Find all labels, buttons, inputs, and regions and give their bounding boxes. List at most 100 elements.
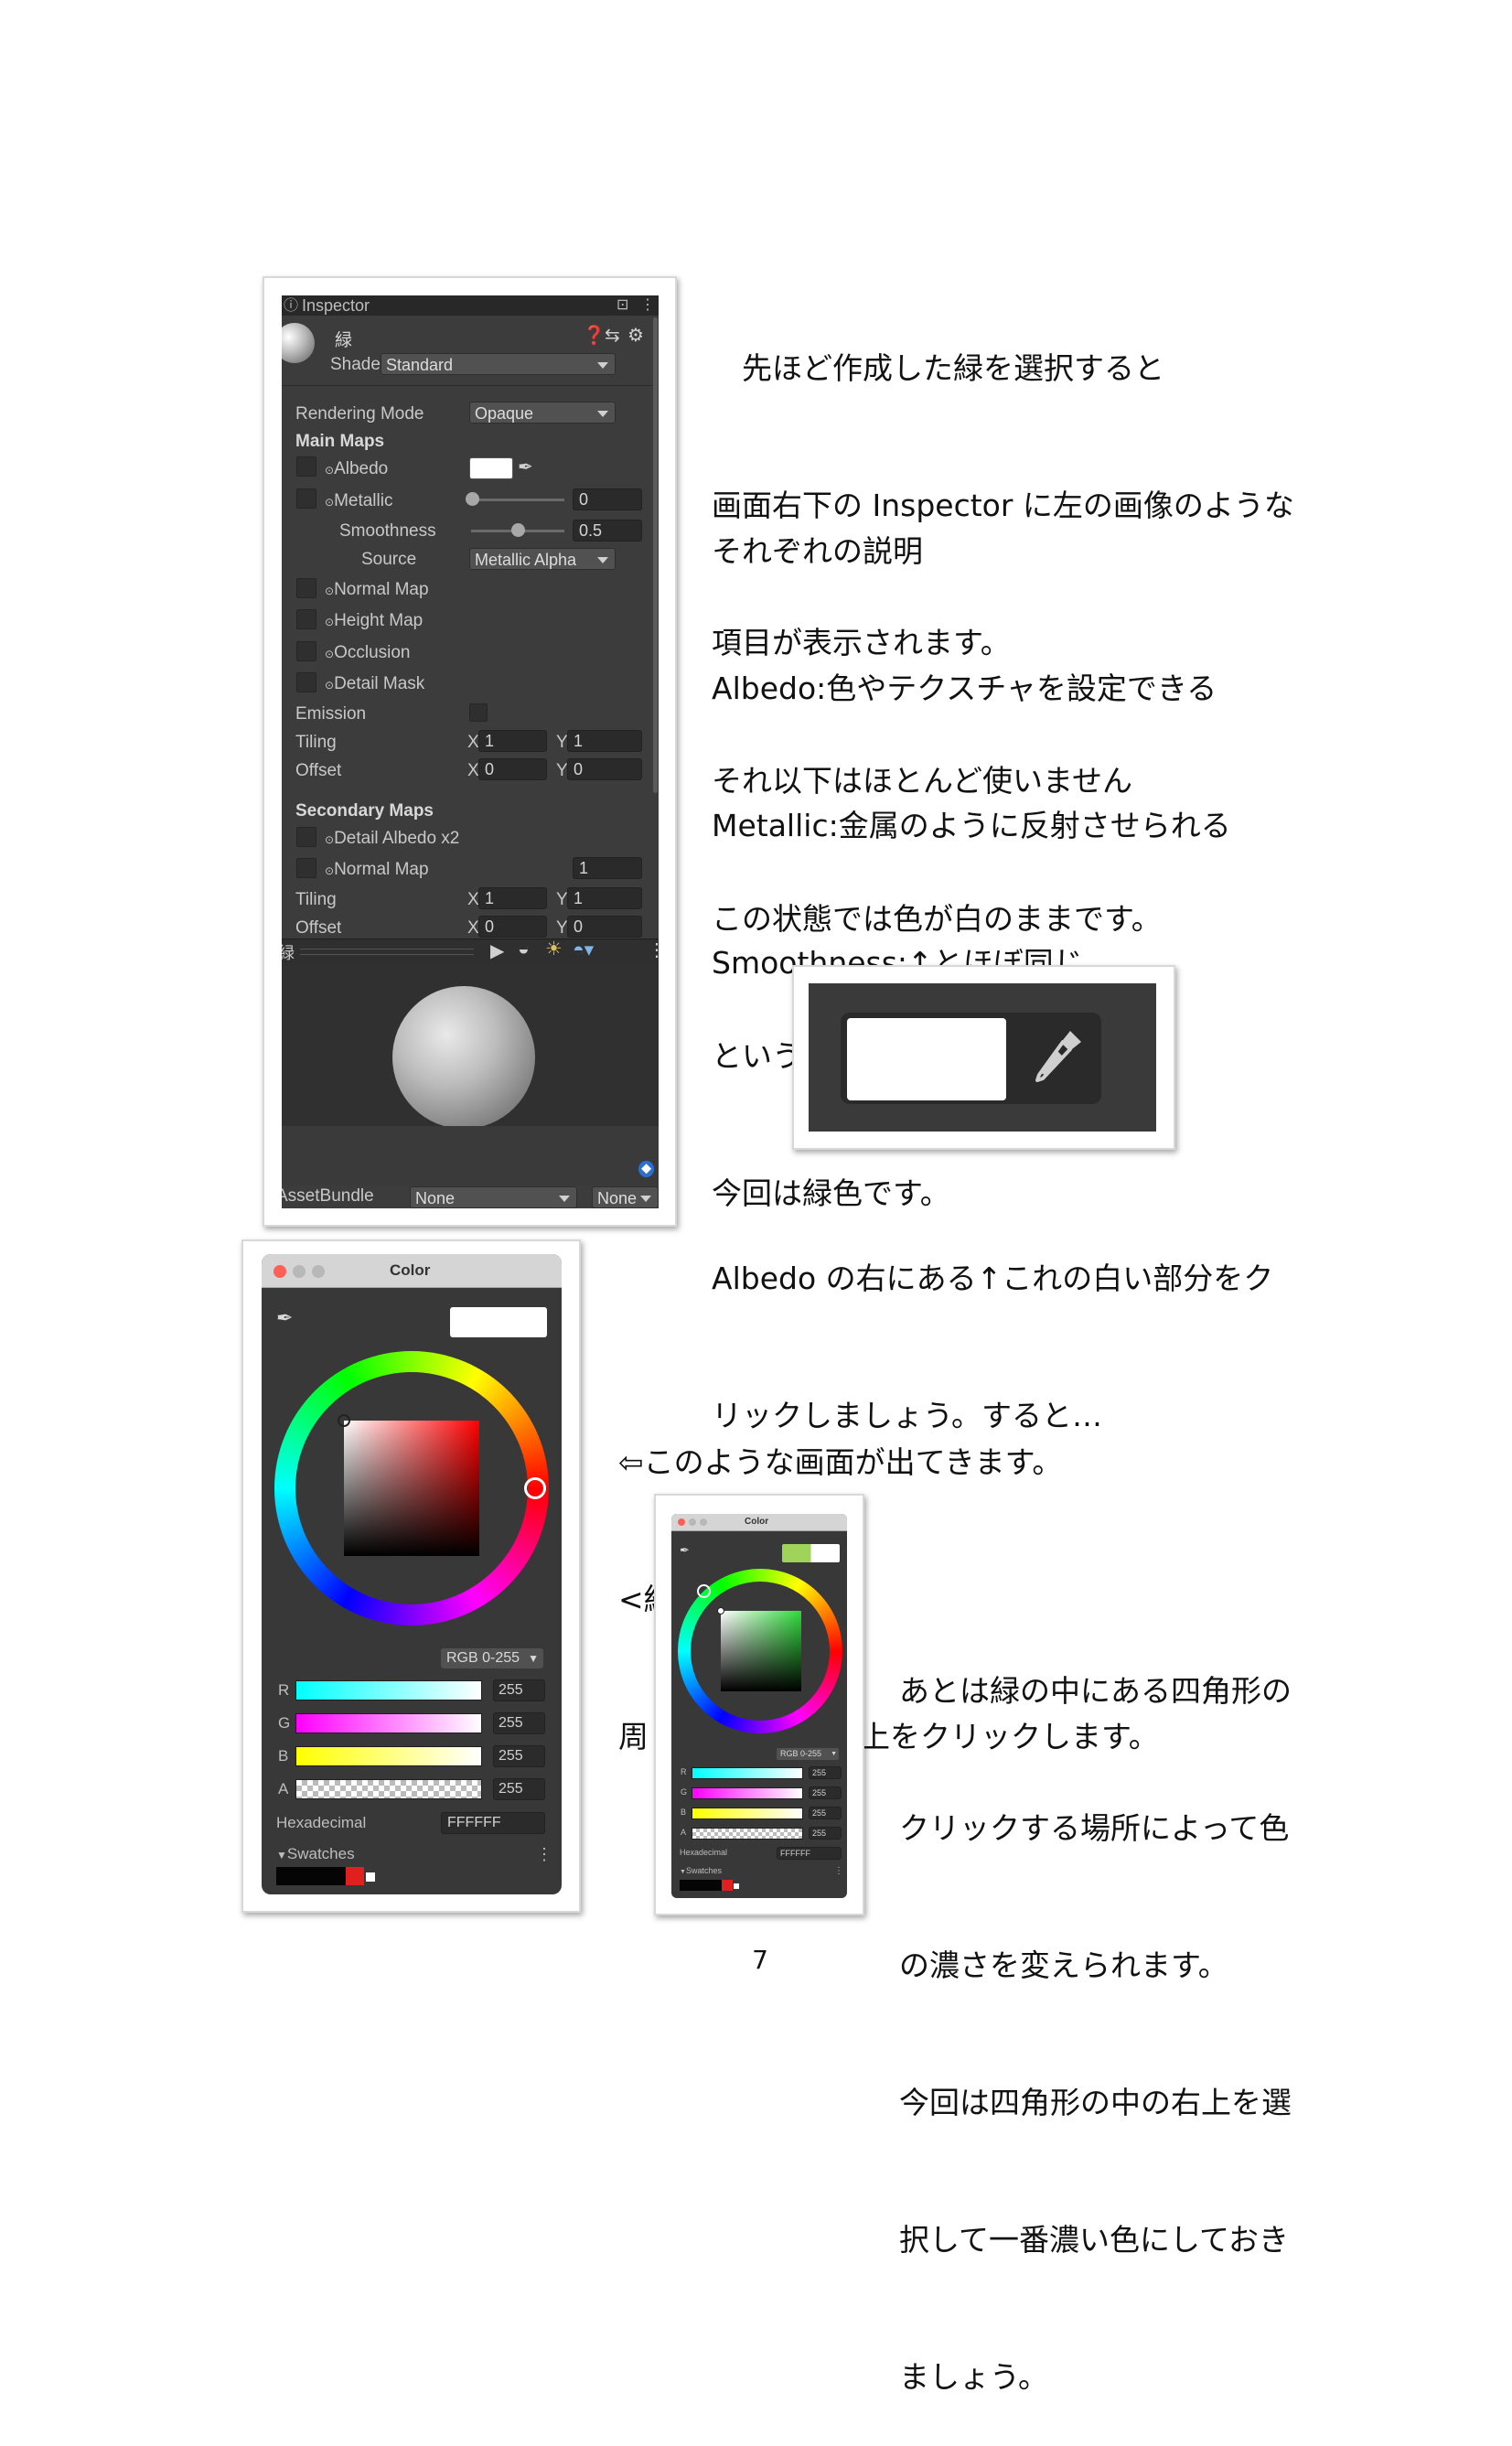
zoom-button[interactable] — [700, 1518, 707, 1526]
normal-map-slot[interactable] — [296, 578, 316, 598]
b-slider[interactable] — [295, 1746, 482, 1766]
minimize-button[interactable] — [293, 1265, 306, 1278]
secondary-normal-field[interactable]: 1 — [573, 857, 642, 879]
sphere-preview-icon[interactable]: ◒ — [518, 939, 530, 960]
r-slider[interactable] — [295, 1680, 482, 1700]
secondary-offset-y-field[interactable]: 0 — [567, 916, 642, 938]
g-slider[interactable] — [692, 1787, 803, 1799]
close-button[interactable] — [678, 1518, 685, 1526]
menu-kebab-icon[interactable]: ⋮ — [640, 295, 655, 316]
gear-icon[interactable]: ⚙ — [627, 324, 644, 347]
hue-selector-ring[interactable] — [524, 1477, 546, 1499]
swatch-red[interactable] — [346, 1867, 364, 1885]
header-divider — [282, 385, 659, 386]
metallic-slider-handle[interactable] — [466, 492, 479, 506]
secondary-tiling-x-field[interactable]: 1 — [478, 887, 547, 909]
inspector-scrollbar[interactable] — [653, 317, 658, 793]
rendering-mode-value: Opaque — [475, 404, 534, 423]
swatch-white[interactable] — [734, 1883, 739, 1889]
lock-icon[interactable]: ⊡ — [617, 295, 628, 316]
metallic-texture-slot[interactable] — [296, 488, 316, 509]
swatches-label[interactable]: ▼Swatches — [276, 1845, 355, 1863]
detail-mask-slot[interactable] — [296, 672, 316, 692]
r-field[interactable]: 255 — [493, 1679, 545, 1701]
text-line: それぞれの説明 — [712, 533, 923, 569]
g-slider[interactable] — [295, 1713, 482, 1733]
albedo-texture-slot[interactable] — [296, 456, 316, 477]
secondary-offset-x-field[interactable]: 0 — [478, 916, 547, 938]
offset-y-field[interactable]: 0 — [567, 758, 642, 780]
secondary-tiling-label: Tiling — [295, 890, 337, 909]
height-map-slot[interactable] — [296, 609, 316, 629]
g-field[interactable]: 255 — [809, 1786, 842, 1799]
a-slider[interactable] — [692, 1828, 803, 1840]
assetbundle-label: AssetBundle — [282, 1186, 374, 1206]
secondary-normal-slot[interactable] — [296, 858, 316, 878]
preview-drag-handle[interactable] — [300, 949, 474, 955]
detail-albedo-slot[interactable] — [296, 827, 316, 847]
g-field[interactable]: 255 — [493, 1712, 545, 1734]
secondary-tiling-y-field[interactable]: 1 — [567, 887, 642, 909]
hexadecimal-field[interactable]: FFFFFF — [441, 1812, 545, 1834]
swatch-red[interactable] — [722, 1880, 733, 1891]
zoom-button[interactable] — [312, 1265, 325, 1278]
eyedropper-icon[interactable]: ✒ — [518, 456, 533, 478]
close-button[interactable] — [273, 1265, 286, 1278]
chevron-down-icon — [559, 1196, 570, 1202]
occlusion-slot[interactable] — [296, 641, 316, 661]
swatch-white[interactable] — [366, 1872, 375, 1882]
source-dropdown[interactable]: Metallic Alpha — [469, 548, 616, 570]
saturation-value-square[interactable] — [721, 1611, 801, 1691]
albedo-color-swatch[interactable] — [469, 457, 513, 479]
r-field[interactable]: 255 — [809, 1766, 842, 1779]
smoothness-slider-handle[interactable] — [511, 523, 525, 537]
hexadecimal-field[interactable]: FFFFFF — [777, 1847, 842, 1860]
a-field[interactable]: 255 — [809, 1827, 842, 1840]
preview-kebab-icon[interactable]: ⋮ — [648, 939, 659, 961]
preset-icon[interactable]: ⇆ — [605, 324, 620, 347]
smoothness-field[interactable]: 0.5 — [573, 520, 642, 542]
help-icon[interactable]: ❓ — [583, 324, 606, 347]
r-label: R — [278, 1681, 290, 1699]
b-field[interactable]: 255 — [809, 1807, 842, 1819]
metallic-field[interactable]: 0 — [573, 488, 642, 510]
zoom-white-swatch[interactable] — [847, 1018, 1006, 1100]
tiling-y-field[interactable]: 1 — [567, 730, 642, 752]
b-slider[interactable] — [692, 1808, 803, 1819]
eyedropper-icon[interactable]: ✒ — [680, 1543, 690, 1558]
color-mode-value: RGB 0-255 — [780, 1749, 822, 1758]
sv-selector-ring[interactable] — [338, 1414, 350, 1427]
shader-dropdown[interactable]: Standard — [381, 353, 616, 375]
color-window-screenshot-small: Color ✒ RGB 0-255 ▼ R 255 G 255 B 255 A 2… — [654, 1494, 864, 1915]
b-field[interactable]: 255 — [493, 1745, 545, 1767]
rendering-mode-dropdown[interactable]: Opaque — [469, 402, 616, 424]
color-mode-dropdown[interactable]: RGB 0-255 ▼ — [777, 1748, 839, 1760]
eyedropper-icon[interactable] — [1030, 1025, 1087, 1091]
minimize-button[interactable] — [689, 1518, 696, 1526]
metallic-slider-track[interactable] — [471, 499, 564, 501]
tiling-x-field[interactable]: 1 — [478, 730, 547, 752]
swatch-black[interactable] — [276, 1867, 346, 1885]
play-icon[interactable]: ▶ — [490, 939, 504, 962]
swatches-menu-icon[interactable]: ⋮ — [536, 1845, 552, 1864]
a-field[interactable]: 255 — [493, 1778, 545, 1800]
color-mode-dropdown[interactable]: RGB 0-255 ▼ — [441, 1648, 543, 1668]
emission-label: Emission — [295, 704, 367, 724]
assetbundle-dropdown[interactable]: None — [410, 1186, 577, 1208]
saturation-value-square[interactable] — [344, 1421, 479, 1556]
lights-icon[interactable]: ☀ — [545, 938, 563, 960]
hexadecimal-label: Hexadecimal — [680, 1848, 728, 1857]
swatch-black[interactable] — [680, 1880, 722, 1891]
assetbundle-variant-dropdown[interactable]: None — [592, 1186, 659, 1208]
shape-dropdown-icon[interactable]: ◓▾ — [573, 939, 594, 961]
swatches-label[interactable]: ▼Swatches — [680, 1866, 722, 1875]
eyedropper-icon[interactable]: ✒ — [276, 1306, 293, 1330]
a-slider[interactable] — [295, 1779, 482, 1799]
emission-checkbox[interactable] — [469, 703, 488, 722]
sv-selector-ring[interactable] — [717, 1607, 724, 1615]
hue-selector-ring[interactable] — [697, 1584, 711, 1598]
offset-x-field[interactable]: 0 — [478, 758, 547, 780]
r-slider[interactable] — [692, 1767, 803, 1779]
inspector-tab[interactable]: ⓘ Inspector ⊡ ⋮ — [282, 295, 659, 316]
swatches-menu-icon[interactable]: ⋮ — [834, 1866, 843, 1876]
